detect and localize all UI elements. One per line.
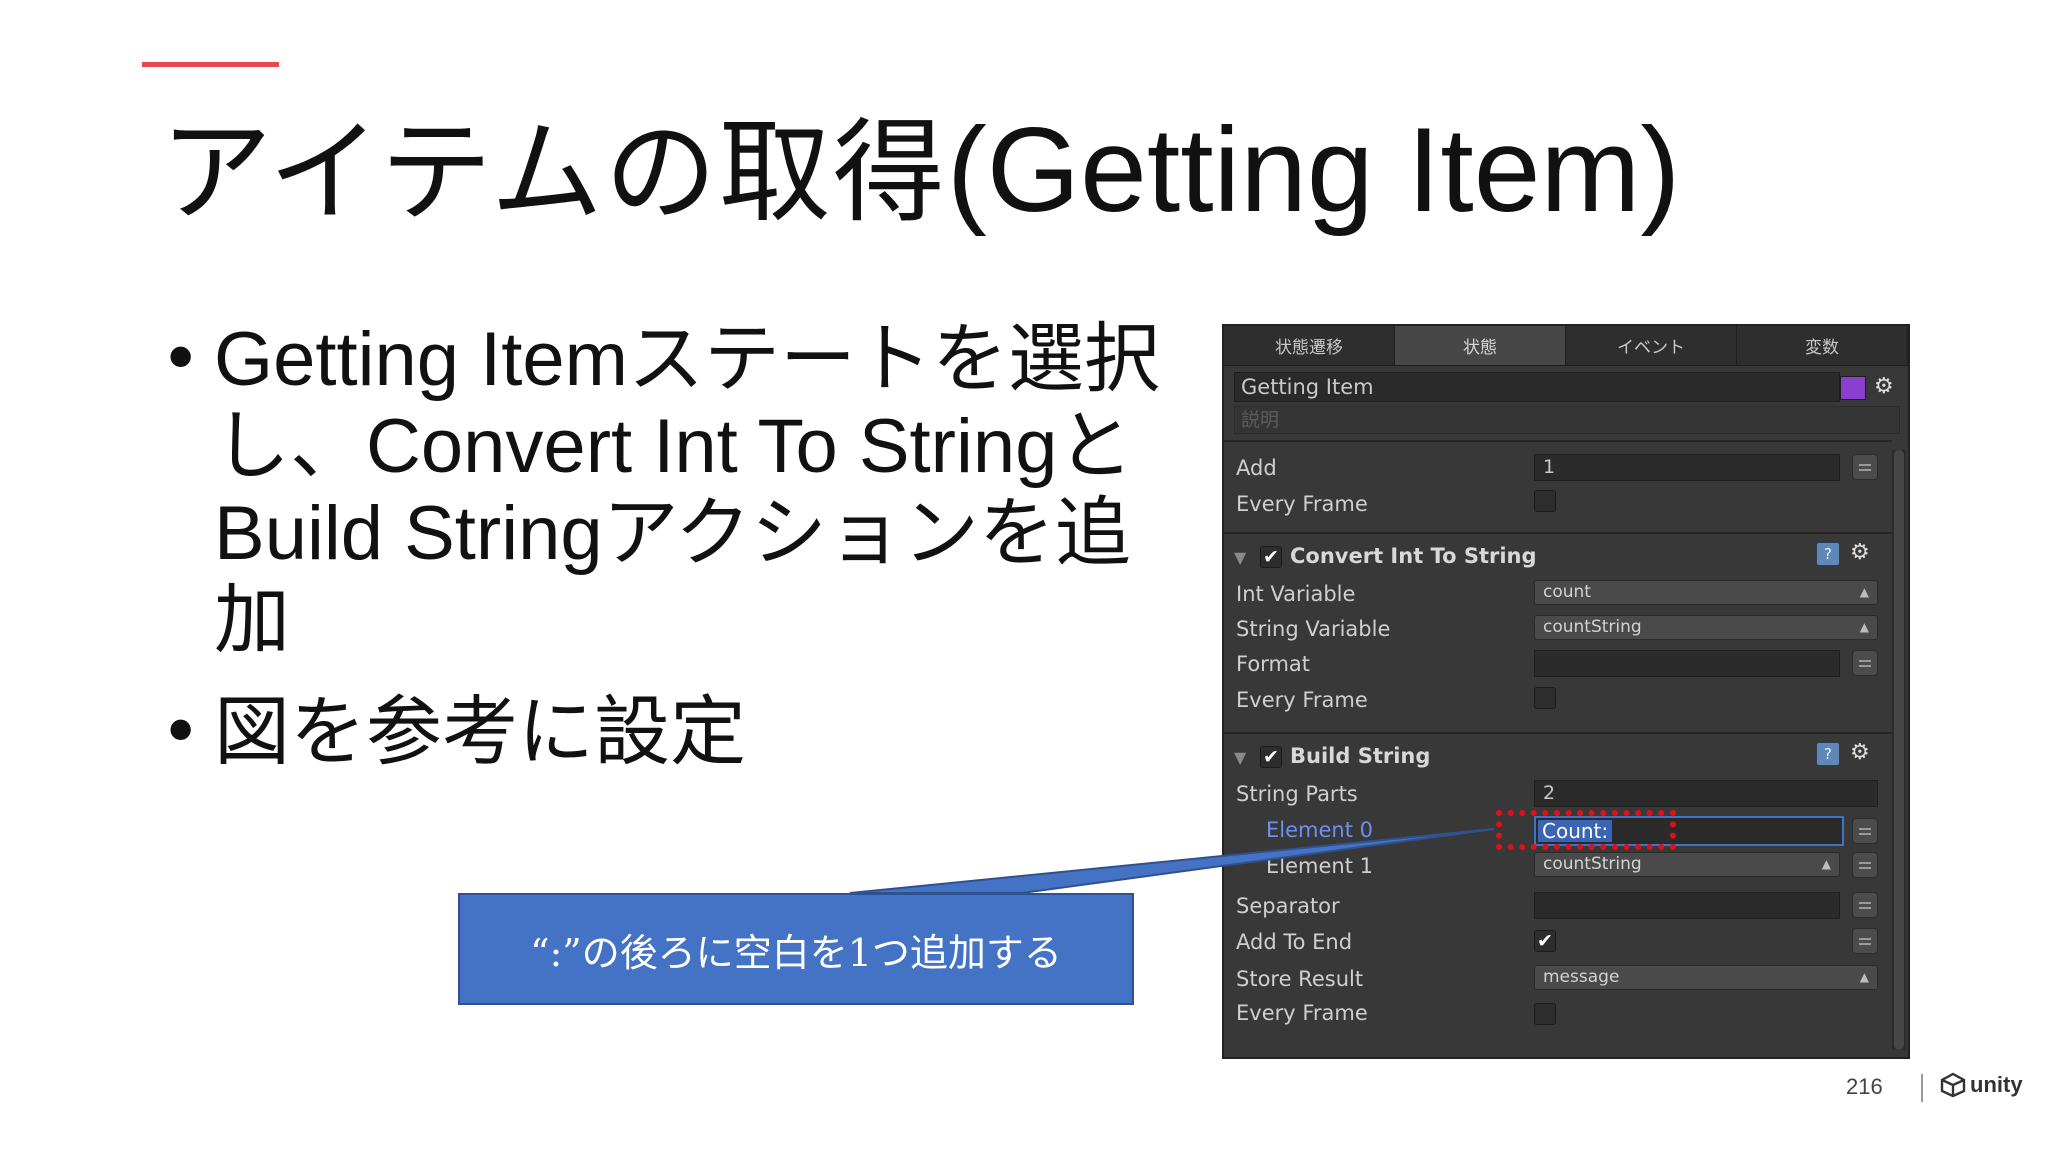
convert-int-to-string-header[interactable]: Convert Int To String (1290, 544, 1537, 568)
every-frame-label: Every Frame (1236, 688, 1368, 712)
bullet-list: • Getting Itemステートを選択し、Convert Int To St… (160, 316, 1160, 775)
store-result-label: Store Result (1236, 967, 1364, 991)
footer-divider (1921, 1074, 1923, 1102)
bullet-text: と (1057, 401, 1134, 490)
page-number: 216 (1846, 1074, 1883, 1099)
state-name-field[interactable]: Getting Item (1234, 372, 1840, 402)
bullet-text: Convert Int To String (366, 404, 1058, 489)
tab-events[interactable]: イベント (1566, 326, 1737, 365)
dropdown-value: countString (1543, 854, 1642, 874)
tab-state[interactable]: 状態 (1395, 326, 1566, 365)
unity-logo-text: unity (1970, 1072, 2023, 1097)
variable-toggle-button[interactable] (1852, 928, 1878, 954)
variable-toggle-button[interactable] (1852, 454, 1878, 480)
collapse-triangle-icon[interactable]: ▼ (1234, 748, 1246, 767)
string-parts-field[interactable]: 2 (1534, 780, 1878, 807)
scrollbar-thumb[interactable] (1894, 450, 1904, 1050)
state-color-swatch[interactable] (1840, 376, 1866, 400)
unity-logo: unity (1940, 1072, 2023, 1098)
add-value-field[interactable]: 1 (1534, 454, 1840, 481)
add-to-end-checkbox[interactable]: ✔ (1534, 930, 1556, 952)
panel-tabs: 状態遷移 状態 イベント 変数 (1224, 326, 1908, 366)
callout-box: “:”の後ろに空白を1つ追加する (458, 893, 1134, 1005)
every-frame-checkbox[interactable] (1534, 687, 1556, 709)
state-description-field[interactable]: 説明 (1234, 406, 1900, 434)
divider (1224, 732, 1892, 734)
variable-toggle-button[interactable] (1852, 818, 1878, 844)
separator-label: Separator (1236, 894, 1340, 918)
slide-title: アイテムの取得(Getting Item) (160, 100, 1680, 240)
element-0-label: Element 0 (1266, 818, 1373, 842)
unity-cube-icon (1940, 1072, 1966, 1098)
divider (1224, 440, 1892, 442)
format-label: Format (1236, 652, 1311, 676)
dropdown-value: countString (1543, 617, 1642, 637)
highlight-box (1496, 810, 1676, 850)
gear-icon[interactable]: ⚙ (1850, 542, 1870, 564)
divider (1224, 532, 1892, 534)
every-frame-label: Every Frame (1236, 492, 1368, 516)
gear-icon[interactable]: ⚙ (1850, 742, 1870, 764)
element-1-dropdown[interactable]: countString ▲ (1534, 852, 1840, 877)
add-label: Add (1236, 456, 1277, 480)
dropdown-arrows-icon: ▲ (1859, 620, 1869, 634)
dropdown-arrows-icon: ▲ (1859, 970, 1869, 984)
bullet-dot-icon: • (160, 318, 202, 400)
title-english: (Getting Item) (946, 103, 1681, 237)
bullet-item-2: • 図を参考に設定 (160, 689, 1160, 775)
bullet-text: 図を参考に設定 (214, 687, 746, 776)
bullet-text: Build String (214, 491, 603, 576)
collapse-triangle-icon[interactable]: ▼ (1234, 548, 1246, 567)
variable-toggle-button[interactable] (1852, 852, 1878, 878)
dropdown-arrows-icon: ▲ (1821, 857, 1831, 871)
convert-enabled-checkbox[interactable]: ✔ (1260, 546, 1282, 568)
int-variable-label: Int Variable (1236, 582, 1356, 606)
bullet-dot-icon: • (160, 691, 202, 773)
build-string-enabled-checkbox[interactable]: ✔ (1260, 746, 1282, 768)
store-result-dropdown[interactable]: message ▲ (1534, 965, 1878, 990)
title-japanese: アイテムの取得 (160, 108, 947, 238)
playmaker-inspector-panel: 状態遷移 状態 イベント 変数 Getting Item ⚙ 説明 Add 1 … (1222, 324, 1910, 1059)
every-frame-label: Every Frame (1236, 1001, 1368, 1025)
string-parts-label: String Parts (1236, 782, 1358, 806)
variable-toggle-button[interactable] (1852, 892, 1878, 918)
help-icon[interactable]: ? (1816, 542, 1840, 566)
bullet-text: Getting Item (214, 317, 628, 402)
every-frame-checkbox[interactable] (1534, 490, 1556, 512)
panel-scrollbar[interactable] (1892, 450, 1906, 1050)
string-variable-label: String Variable (1236, 617, 1391, 641)
tab-transitions[interactable]: 状態遷移 (1224, 326, 1395, 365)
add-to-end-label: Add To End (1236, 930, 1353, 954)
dropdown-value: message (1543, 967, 1620, 987)
title-accent-line (142, 62, 279, 67)
gear-icon[interactable]: ⚙ (1874, 376, 1894, 398)
dropdown-arrows-icon: ▲ (1859, 585, 1869, 599)
help-icon[interactable]: ? (1816, 742, 1840, 766)
every-frame-checkbox[interactable] (1534, 1003, 1556, 1025)
string-variable-dropdown[interactable]: countString ▲ (1534, 615, 1878, 640)
bullet-item-1: • Getting Itemステートを選択し、Convert Int To St… (160, 316, 1160, 663)
separator-field[interactable] (1534, 892, 1840, 919)
int-variable-dropdown[interactable]: count ▲ (1534, 580, 1878, 605)
tab-variables[interactable]: 変数 (1737, 326, 1908, 365)
element-1-label: Element 1 (1266, 854, 1373, 878)
variable-toggle-button[interactable] (1852, 650, 1878, 676)
dropdown-value: count (1543, 582, 1591, 602)
build-string-header[interactable]: Build String (1290, 744, 1430, 768)
format-field[interactable] (1534, 650, 1840, 677)
